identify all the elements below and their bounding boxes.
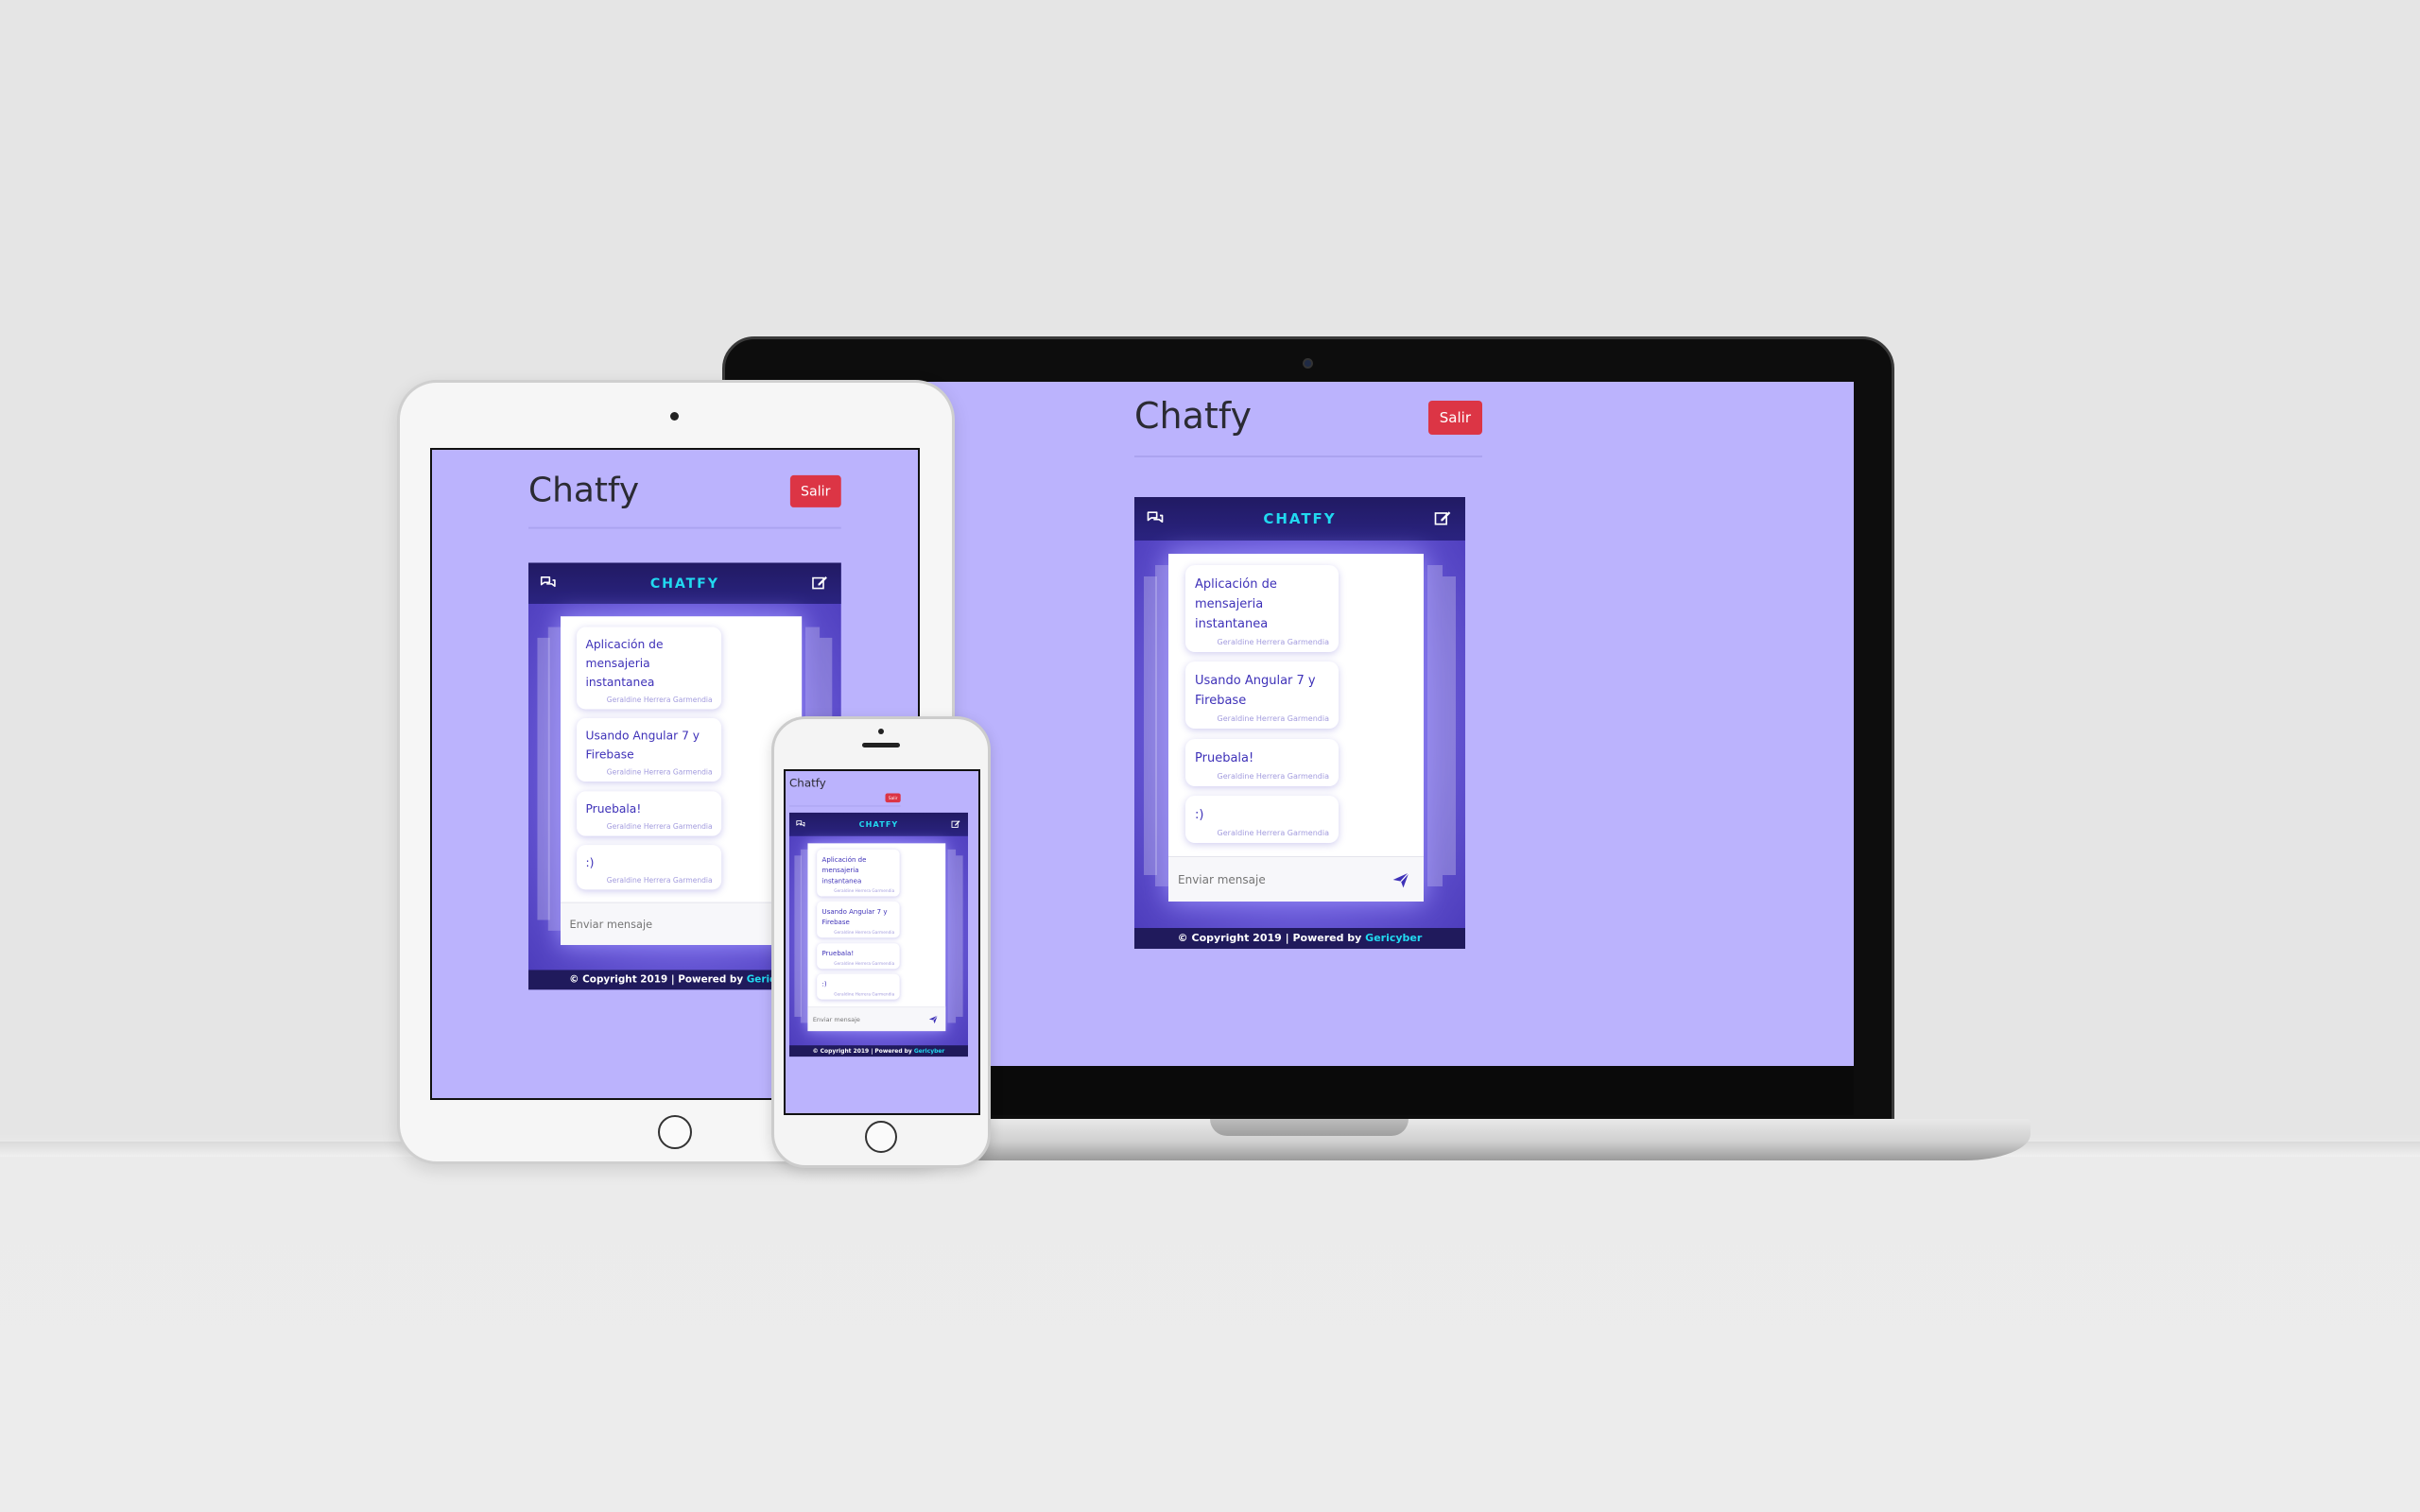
stack-layer	[1427, 565, 1443, 886]
app-header: Chatfy Salir	[1134, 382, 1482, 457]
phone-camera	[878, 729, 884, 734]
message-bubble: Pruebala! Geraldine Herrera Garmendia	[1185, 739, 1339, 786]
logout-button[interactable]: Salir	[789, 474, 841, 507]
message-text: Usando Angular 7 y Firebase	[821, 907, 888, 927]
message-author: Geraldine Herrera Garmendia	[834, 930, 895, 936]
footer-text: © Copyright 2019 | Powered by	[1177, 932, 1366, 944]
message-list: Aplicación de mensajeria instantanea Ger…	[561, 616, 803, 945]
chat-header-bar: CHATFY	[789, 812, 968, 836]
message-author: Geraldine Herrera Garmendia	[1217, 638, 1329, 646]
message-text: Pruebala!	[585, 802, 642, 816]
chat-bubbles-icon[interactable]	[539, 574, 559, 593]
chat-title: CHATFY	[1263, 510, 1337, 527]
message-text: :)	[585, 856, 595, 870]
message-input[interactable]	[569, 912, 757, 937]
footer-text: © Copyright 2019 | Powered by	[812, 1047, 914, 1055]
message-author: Geraldine Herrera Garmendia	[834, 991, 895, 997]
message-text: Aplicación de mensajeria instantanea	[821, 855, 867, 885]
chat-header-bar: CHATFY	[1134, 497, 1465, 541]
chat-title: CHATFY	[858, 819, 899, 830]
message-author: Geraldine Herrera Garmendia	[834, 961, 895, 966]
message-bubble: Pruebala! Geraldine Herrera Garmendia	[817, 943, 900, 970]
chatfy-app: Chatfy Salir CHATFY Aplicación de mensaje…	[789, 775, 968, 1057]
footer-link[interactable]: Gericyber	[1365, 932, 1422, 944]
message-input[interactable]	[812, 1012, 921, 1027]
chat-bubbles-icon[interactable]	[795, 818, 806, 830]
tablet-camera	[670, 412, 679, 421]
message-author: Geraldine Herrera Garmendia	[606, 767, 713, 777]
logout-button[interactable]: Salir	[1427, 401, 1482, 435]
message-text: Aplicación de mensajeria instantanea	[1195, 577, 1277, 631]
stack-layer	[1443, 576, 1456, 875]
message-bubble: Usando Angular 7 y Firebase Geraldine He…	[577, 717, 722, 782]
message-bubble: Aplicación de mensajeria instantanea Ger…	[577, 627, 722, 710]
message-list: Aplicación de mensajeria instantanea Ger…	[807, 843, 946, 1032]
logout-button[interactable]: Salir	[885, 793, 901, 803]
message-author: Geraldine Herrera Garmendia	[1217, 714, 1329, 723]
message-author: Geraldine Herrera Garmendia	[606, 696, 713, 704]
message-bubble: Pruebala! Geraldine Herrera Garmendia	[577, 791, 722, 836]
message-bubble: :) Geraldine Herrera Garmendia	[817, 973, 900, 1000]
chat-window: CHATFY Aplicación de mensajeria instanta…	[1134, 497, 1465, 949]
send-bar	[1168, 856, 1424, 902]
paper-plane-icon[interactable]	[1392, 870, 1410, 889]
paper-plane-icon[interactable]	[928, 1014, 939, 1024]
phone-speaker	[862, 743, 900, 747]
stack-layer	[956, 855, 963, 1017]
chat-window: CHATFY Aplicación de mensajeria instanta…	[789, 812, 968, 1057]
chat-bubbles-icon[interactable]	[1146, 508, 1167, 529]
page-title: Chatfy	[1134, 395, 1253, 437]
message-bubble: Aplicación de mensajeria instantanea Ger…	[1185, 565, 1339, 652]
message-author: Geraldine Herrera Garmendia	[1217, 829, 1329, 837]
laptop-notch	[1210, 1119, 1409, 1136]
page-title: Chatfy	[528, 470, 640, 509]
phone-home-button	[865, 1121, 897, 1153]
message-text: Pruebala!	[1195, 751, 1254, 765]
message-bubble: Usando Angular 7 y Firebase Geraldine He…	[817, 901, 900, 938]
message-bubble: :) Geraldine Herrera Garmendia	[1185, 796, 1339, 843]
edit-icon[interactable]	[1433, 508, 1454, 529]
message-bubble: Aplicación de mensajeria instantanea Ger…	[817, 849, 900, 897]
footer-text: © Copyright 2019 | Powered by	[569, 973, 747, 986]
message-bubble: :) Geraldine Herrera Garmendia	[577, 845, 722, 890]
chat-title: CHATFY	[649, 575, 719, 592]
send-bar	[561, 902, 803, 945]
app-header: Chatfy Salir	[528, 457, 841, 529]
message-text: :)	[821, 980, 827, 988]
chat-footer: © Copyright 2019 | Powered by Gericyber	[789, 1045, 968, 1057]
phone-screen: Chatfy Salir CHATFY Aplicación de mensaje…	[784, 769, 980, 1115]
message-bubble: Usando Angular 7 y Firebase Geraldine He…	[1185, 662, 1339, 729]
message-list: Aplicación de mensajeria instantanea Ger…	[1168, 554, 1424, 902]
tablet-home-button	[658, 1115, 692, 1149]
message-author: Geraldine Herrera Garmendia	[606, 822, 713, 832]
chatfy-app: Chatfy Salir CHATFY Aplicación de mensaje…	[1134, 382, 1482, 949]
chat-footer: © Copyright 2019 | Powered by Gericyber	[1134, 928, 1465, 949]
message-input[interactable]	[1178, 867, 1376, 893]
message-text: Aplicación de mensajeria instantanea	[585, 638, 664, 690]
message-author: Geraldine Herrera Garmendia	[1217, 772, 1329, 781]
message-text: Usando Angular 7 y Firebase	[1195, 674, 1316, 708]
chat-header-bar: CHATFY	[528, 562, 841, 604]
send-bar	[807, 1006, 946, 1032]
message-author: Geraldine Herrera Garmendia	[834, 888, 895, 894]
laptop-camera	[1303, 358, 1313, 369]
app-header: Chatfy Salir	[789, 775, 901, 807]
message-text: Pruebala!	[821, 950, 855, 958]
message-text: :)	[1195, 808, 1204, 822]
message-author: Geraldine Herrera Garmendia	[606, 876, 713, 885]
page-title: Chatfy	[789, 777, 826, 790]
footer-link[interactable]: Gericyber	[914, 1047, 944, 1054]
message-text: Usando Angular 7 y Firebase	[585, 730, 700, 763]
edit-icon[interactable]	[811, 574, 831, 593]
stack-layer	[947, 849, 957, 1023]
edit-icon[interactable]	[951, 818, 962, 830]
